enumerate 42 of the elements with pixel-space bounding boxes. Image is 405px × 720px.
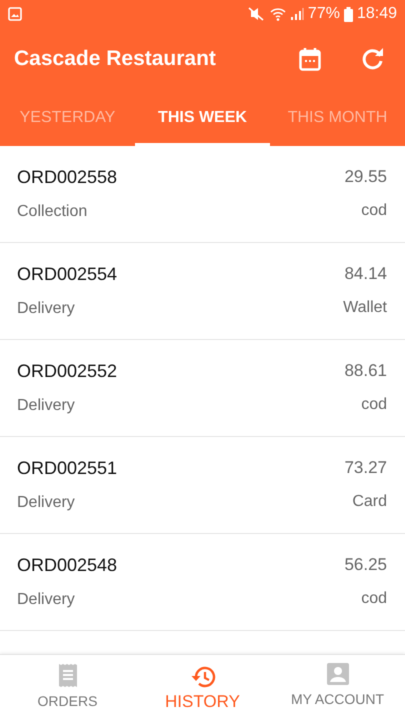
refresh-icon[interactable] [361,47,385,71]
account-icon [326,663,348,686]
order-amount: 84.14 [343,263,387,285]
tab[interactable]: THIS WEEK [135,90,270,146]
battery-percent: 77% [308,4,340,24]
calendar-icon[interactable] [299,47,321,71]
payment-method: cod [360,588,387,608]
order-type: Delivery [17,590,76,610]
order-row[interactable]: ORD002552 Delivery 88.61 cod [0,340,405,437]
order-id: ORD002558 [17,166,118,189]
payment-method: cod [360,200,387,220]
order-row[interactable]: ORD002554 Delivery 84.14 Wallet [0,243,405,340]
order-type: Delivery [17,396,76,416]
order-type: Collection [17,202,88,222]
order-amount: 88.61 [344,360,387,382]
nav-tab[interactable]: HISTORY [135,655,270,720]
order-row[interactable]: ORD002551 Delivery 73.27 Card [0,437,405,534]
order-type: Delivery [17,299,76,319]
signal-icon [290,7,304,21]
order-id: ORD002552 [17,360,118,383]
order-id: ORD002551 [17,457,118,480]
order-row[interactable]: ORD002558 Collection 29.55 cod [0,146,405,243]
order-amount: 29.55 [344,166,387,188]
mute-icon [246,6,266,22]
order-id: ORD002554 [17,263,118,286]
nav-tab[interactable]: ORDERS [0,655,135,720]
order-row[interactable]: ORD002548 Delivery 56.25 cod [0,534,405,631]
order-type: Delivery [17,493,76,513]
order-amount: 56.25 [344,554,387,576]
payment-method: cod [360,394,387,414]
app-title: Cascade Restaurant [14,46,216,72]
wifi-icon [270,6,286,22]
payment-method: Wallet [343,298,387,318]
history-icon [190,664,216,689]
payment-method: Card [351,492,387,512]
receipt-icon [58,663,78,687]
order-id: ORD002548 [17,554,118,577]
battery-icon [344,6,353,22]
nav-tab[interactable]: MY ACCOUNT [270,655,405,720]
clock: 18:49 [356,4,397,24]
gallery-icon [8,7,22,21]
order-amount: 73.27 [344,457,387,479]
